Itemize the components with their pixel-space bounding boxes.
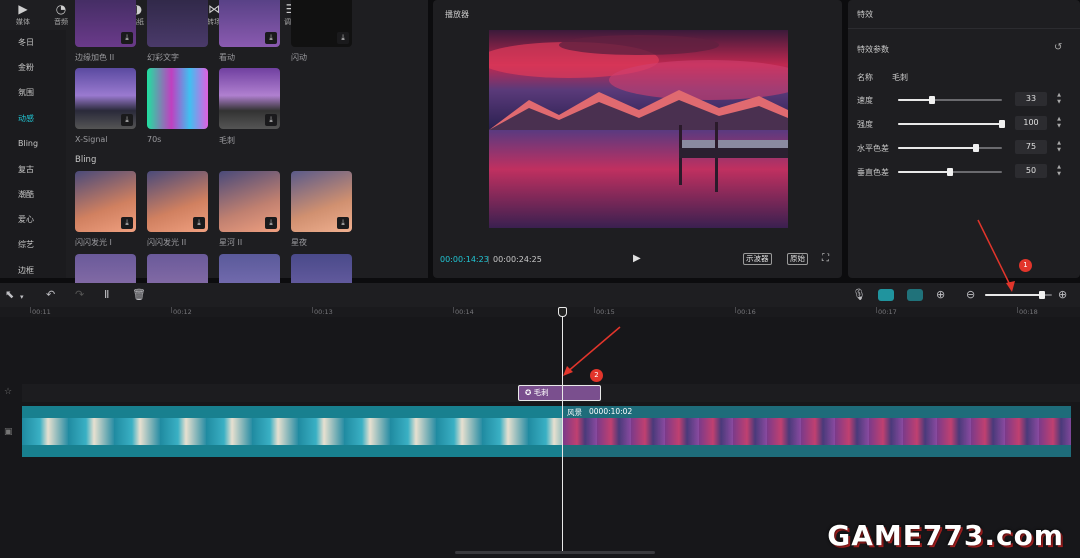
watermark-logo: GAME773.com xyxy=(827,519,1064,552)
arrowhead-icon xyxy=(1006,281,1015,292)
annotation-overlay xyxy=(563,219,1015,376)
annotation-badge: 1 xyxy=(1019,259,1032,272)
annotation-arrow-1 xyxy=(977,219,1013,290)
annotation-arrow-2 xyxy=(565,326,621,374)
annotation-badge: 2 xyxy=(590,369,603,382)
